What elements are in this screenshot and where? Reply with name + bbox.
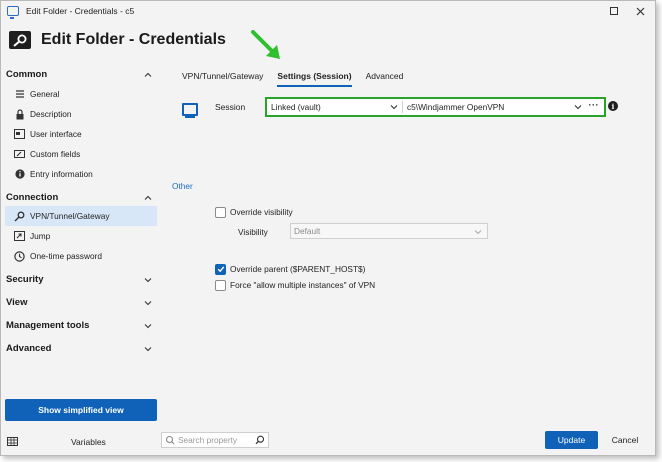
maximize-button[interactable] (607, 4, 621, 18)
visibility-value: Default (294, 226, 321, 236)
checkbox-label: Override visibility (230, 207, 293, 217)
sidebar: Common General Description User interfac… (1, 64, 159, 424)
section-advanced[interactable]: Advanced (6, 343, 51, 354)
visibility-dropdown[interactable]: Default (290, 223, 488, 239)
session-mode-value: Linked (vault) (271, 102, 321, 112)
chevron-down-icon[interactable] (143, 344, 153, 354)
session-label: Session (215, 102, 246, 112)
checkbox-box[interactable] (215, 279, 226, 291)
sidebar-item-label: User interface (30, 129, 82, 139)
section-management-tools[interactable]: Management tools (6, 320, 89, 331)
sidebar-item-general[interactable]: General (5, 84, 157, 104)
force-multiple-instances-checkbox[interactable]: Force "allow multiple instances" of VPN (215, 279, 375, 291)
tab-advanced[interactable]: Advanced (366, 71, 404, 87)
chevron-down-icon (474, 230, 482, 235)
close-button[interactable] (633, 4, 647, 18)
window-icon (14, 129, 25, 140)
sidebar-item-entry-information[interactable]: Entry information (5, 164, 157, 184)
override-parent-checkbox[interactable]: Override parent ($PARENT_HOST$) (215, 263, 365, 275)
cancel-button[interactable]: Cancel (601, 431, 649, 449)
monitor-app-icon (7, 6, 19, 19)
search-icon (165, 435, 175, 445)
edit-folder-window: Edit Folder - Credentials - c5 Edit Fold… (0, 0, 656, 456)
list-icon (14, 89, 25, 100)
section-common[interactable]: Common (6, 69, 47, 80)
edit-box-icon (14, 149, 25, 160)
sidebar-item-user-interface[interactable]: User interface (5, 124, 157, 144)
session-more-button[interactable]: ··· (589, 100, 600, 110)
tab-settings-session[interactable]: Settings (Session) (277, 71, 352, 87)
chevron-down-icon[interactable] (143, 275, 153, 285)
chevron-down-icon (574, 105, 582, 110)
variables-button[interactable]: Variables (71, 437, 106, 447)
checkbox-box[interactable] (215, 263, 226, 275)
section-connection[interactable]: Connection (6, 192, 58, 203)
section-security[interactable]: Security (6, 274, 44, 285)
session-monitor-icon (182, 103, 198, 118)
sidebar-item-label: VPN/Tunnel/Gateway (30, 211, 110, 221)
info-icon (14, 169, 25, 180)
tab-vpn-tunnel-gateway[interactable]: VPN/Tunnel/Gateway (182, 71, 263, 87)
show-simplified-view-button[interactable]: Show simplified view (5, 399, 157, 421)
sidebar-item-label: Custom fields (30, 149, 81, 159)
chevron-up-icon[interactable] (143, 70, 153, 80)
sidebar-item-label: Entry information (30, 169, 93, 179)
key-icon (14, 211, 25, 222)
annotation-arrow-icon (251, 30, 280, 59)
sidebar-item-one-time-password[interactable]: One-time password (5, 246, 157, 266)
chevron-down-icon[interactable] (143, 298, 153, 308)
sidebar-item-label: One-time password (30, 251, 102, 261)
checkmark-icon (217, 266, 224, 273)
page-header: Edit Folder - Credentials (9, 29, 226, 51)
session-selector-group: Linked (vault) c5\Windjammer OpenVPN ··· (265, 97, 606, 117)
sidebar-item-vpn-tunnel-gateway[interactable]: VPN/Tunnel/Gateway (5, 206, 157, 226)
footer-bar: Variables Update Cancel (1, 428, 655, 455)
info-icon[interactable]: i (608, 101, 618, 111)
page-title: Edit Folder - Credentials (41, 31, 226, 48)
chevron-up-icon[interactable] (143, 193, 153, 203)
jump-icon (14, 231, 25, 242)
search-icon[interactable] (255, 435, 265, 445)
clock-icon (14, 250, 25, 262)
override-visibility-checkbox[interactable]: Override visibility (215, 206, 293, 218)
session-mode-dropdown[interactable]: Linked (vault) (269, 101, 403, 113)
credentials-icon (9, 31, 31, 49)
close-icon (636, 7, 644, 15)
visibility-label: Visibility (238, 227, 268, 237)
sidebar-item-label: General (30, 89, 60, 99)
search-property-box[interactable] (161, 432, 269, 448)
search-property-input[interactable] (178, 435, 258, 445)
session-entry-dropdown[interactable]: c5\Windjammer OpenVPN (406, 101, 586, 113)
update-button[interactable]: Update (545, 431, 598, 449)
chevron-down-icon[interactable] (143, 321, 153, 331)
sidebar-item-label: Jump (30, 231, 51, 241)
other-section-heading: Other (172, 181, 193, 191)
sidebar-item-jump[interactable]: Jump (5, 226, 157, 246)
maximize-icon (610, 7, 618, 15)
grid-icon[interactable] (7, 437, 18, 446)
chevron-down-icon (390, 105, 398, 110)
sidebar-item-label: Description (30, 109, 72, 119)
section-view[interactable]: View (6, 297, 27, 308)
session-entry-value: c5\Windjammer OpenVPN (407, 102, 505, 112)
checkbox-box[interactable] (215, 206, 226, 218)
tab-bar: VPN/Tunnel/Gateway Settings (Session) Ad… (182, 71, 417, 89)
lock-icon (14, 108, 25, 120)
checkbox-label: Override parent ($PARENT_HOST$) (230, 264, 366, 274)
sidebar-item-custom-fields[interactable]: Custom fields (5, 144, 157, 164)
title-bar: Edit Folder - Credentials - c5 (1, 1, 655, 21)
window-title: Edit Folder - Credentials - c5 (26, 6, 135, 16)
sidebar-item-description[interactable]: Description (5, 104, 157, 124)
checkbox-label: Force "allow multiple instances" of VPN (230, 280, 376, 290)
